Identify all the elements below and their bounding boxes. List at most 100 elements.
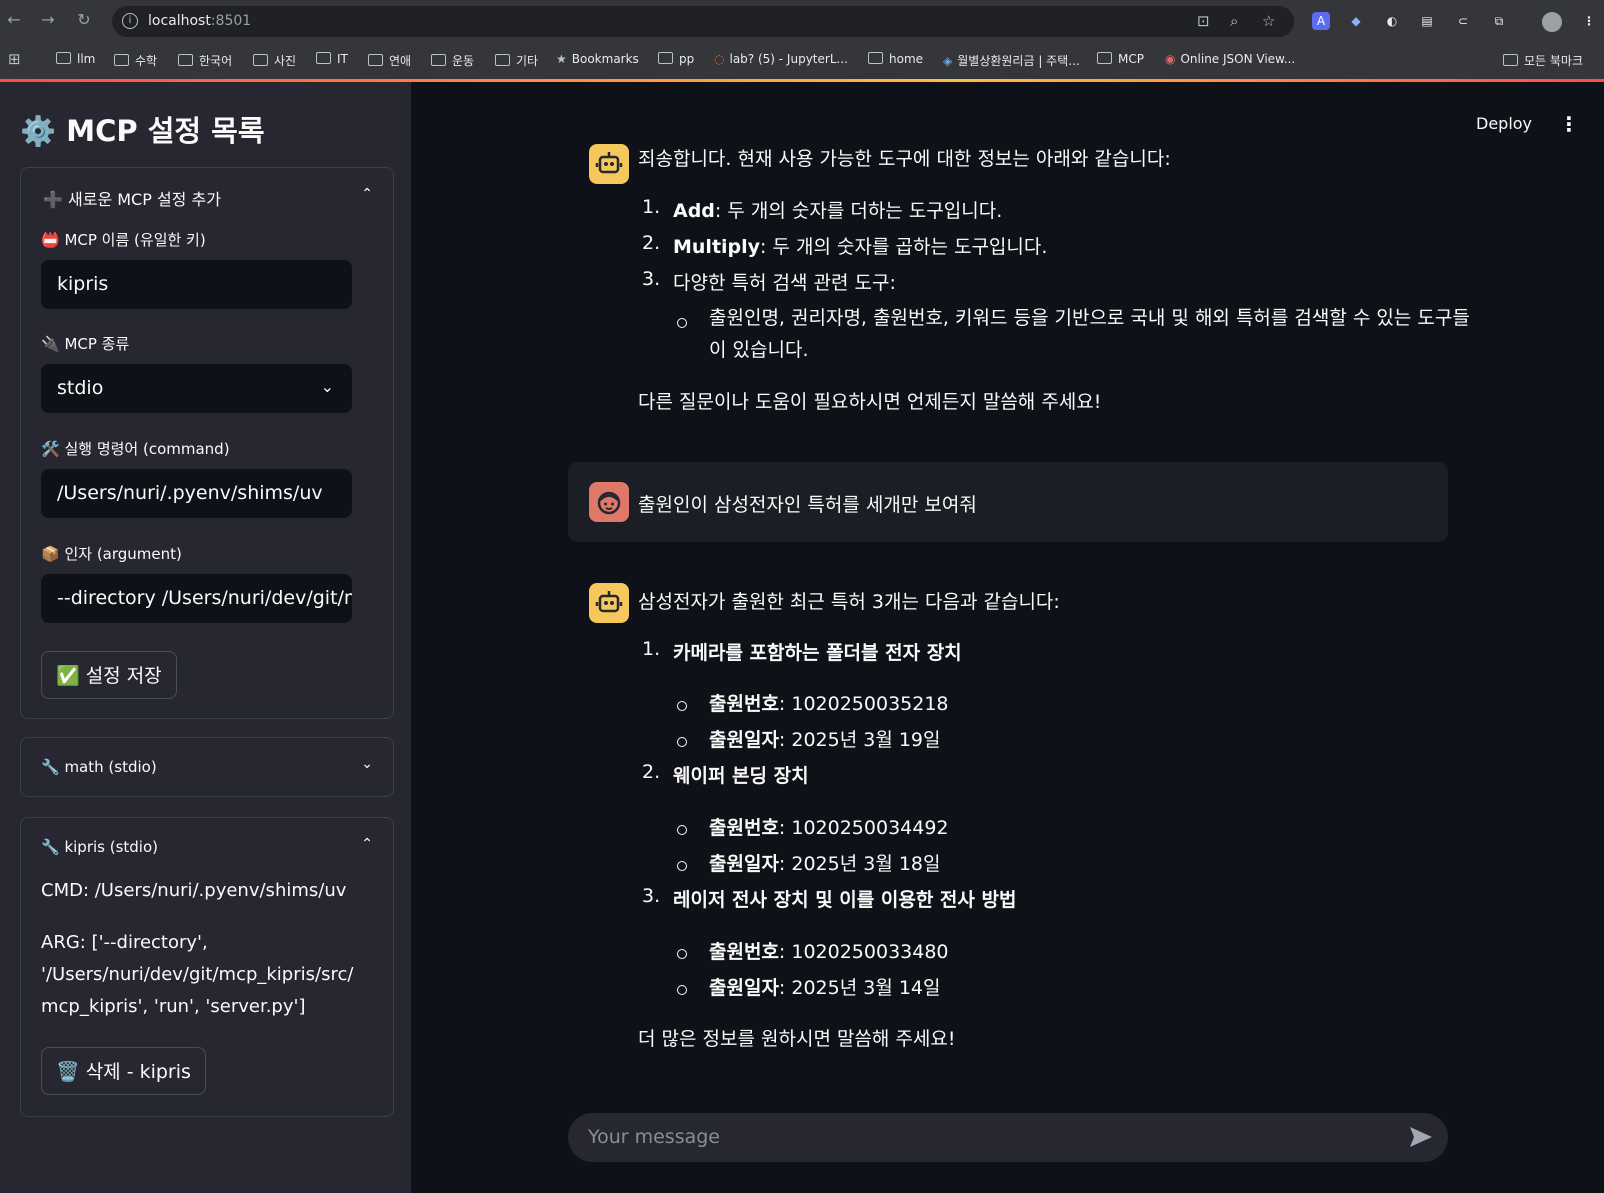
- bookmark-folder[interactable]: 운동: [431, 52, 474, 69]
- site-info-icon[interactable]: i: [122, 13, 138, 29]
- extension-diamond-icon[interactable]: ◆: [1347, 12, 1365, 30]
- translate-icon[interactable]: ⊡: [1197, 12, 1210, 30]
- json-viewer-icon: ◉: [1165, 52, 1176, 66]
- reload-icon[interactable]: ↻: [74, 10, 94, 29]
- bullet-icon: [677, 701, 687, 711]
- extensions-puzzle-icon[interactable]: ⧉: [1490, 12, 1508, 30]
- patent-title: 카메라를 포함하는 폴더블 전자 장치: [673, 642, 962, 664]
- zoom-icon[interactable]: ⌕: [1230, 12, 1238, 30]
- list-number: 1.: [642, 638, 661, 660]
- bookmark-link[interactable]: ◈ 월별상환원리금 | 주택...: [943, 52, 1080, 69]
- robot-icon: [595, 591, 623, 613]
- mcp-type-label: 🔌 MCP 종류: [41, 335, 130, 353]
- assistant-msg-outro: 다른 질문이나 도움이 필요하시면 언제든지 말씀해 주세요!: [638, 391, 1102, 413]
- math-expander-header[interactable]: 🔧 math (stdio): [41, 758, 157, 776]
- argument-input[interactable]: --directory /Users/nuri/dev/git/mc: [41, 574, 352, 623]
- bookmark-folder[interactable]: 한국어: [178, 52, 232, 69]
- kipris-expander-header[interactable]: 🔧 kipris (stdio): [41, 838, 158, 856]
- bookmark-link[interactable]: ◉ Online JSON View...: [1165, 52, 1295, 66]
- send-icon[interactable]: [1408, 1125, 1434, 1149]
- bookmark-folder[interactable]: MCP: [1097, 52, 1144, 66]
- bullet-icon: [677, 737, 687, 747]
- folder-icon: [1097, 52, 1112, 64]
- mcp-name-input[interactable]: kipris: [41, 260, 352, 309]
- bullet-icon: [677, 861, 687, 871]
- user-message: 출원인이 삼성전자인 특허를 세개만 보여줘: [568, 462, 1448, 542]
- bullet-icon: [677, 318, 687, 328]
- patent-app-number: 출원번호: 1020250034492: [709, 817, 949, 839]
- back-icon[interactable]: ←: [4, 10, 24, 29]
- sidebar-title: ⚙️ MCP 설정 목록: [20, 114, 265, 148]
- patent-title: 웨이퍼 본딩 장치: [673, 765, 809, 787]
- address-bar[interactable]: i localhost:8501 ⊡ ⌕ ☆: [112, 6, 1294, 37]
- assistant-msg-outro: 더 많은 정보를 원하시면 말씀해 주세요!: [638, 1028, 956, 1050]
- bookmarks-bar: ⊞ llm 수학 한국어 사진 IT 연애 운동 기타 ★ Bookmarks p…: [0, 43, 1604, 80]
- delete-kipris-button[interactable]: 🗑️ 삭제 - kipris: [41, 1047, 206, 1095]
- patent-app-date: 출원일자: 2025년 3월 18일: [709, 853, 941, 875]
- chevron-up-icon[interactable]: ⌃: [361, 836, 373, 852]
- jupyter-icon: ◌: [714, 52, 725, 66]
- user-message-text: 출원인이 삼성전자인 특허를 세개만 보여줘: [638, 494, 977, 516]
- browser-menu-icon[interactable]: ⋮: [1580, 12, 1598, 30]
- bookmark-folder[interactable]: pp: [658, 52, 694, 66]
- bookmark-link[interactable]: ★ Bookmarks: [556, 52, 639, 66]
- math-expander[interactable]: 🔧 math (stdio) ⌄: [20, 737, 394, 797]
- apps-grid-icon[interactable]: ⊞: [8, 50, 21, 68]
- add-mcp-expander: ➕ 새로운 MCP 설정 추가 ⌃ 📛 MCP 이름 (유일한 키) kipri…: [20, 167, 394, 719]
- extension-circle-icon[interactable]: ◐: [1383, 12, 1401, 30]
- user-face-icon: [597, 491, 621, 515]
- mcp-type-value: stdio: [57, 377, 104, 399]
- argument-label: 📦 인자 (argument): [41, 545, 182, 563]
- bullet-icon: [677, 825, 687, 835]
- assistant-avatar: [589, 583, 629, 623]
- bookmark-folder[interactable]: 연애: [368, 52, 411, 69]
- bookmark-folder[interactable]: 기타: [495, 52, 538, 69]
- patent-app-date: 출원일자: 2025년 3월 19일: [709, 729, 941, 751]
- list-number: 2.: [642, 232, 661, 254]
- folder-icon: [316, 52, 331, 64]
- list-number: 1.: [642, 196, 661, 218]
- assistant-msg-intro: 죄송합니다. 현재 사용 가능한 도구에 대한 정보는 아래와 같습니다:: [638, 148, 1171, 170]
- command-label: 🛠️ 실행 명령어 (command): [41, 440, 230, 458]
- browser-toolbar: ← → ↻ i localhost:8501 ⊡ ⌕ ☆ A ◆ ◐ ▤ ⊂ ⧉…: [0, 0, 1604, 43]
- bookmark-folder[interactable]: 수학: [114, 52, 157, 69]
- bullet-icon: [677, 949, 687, 959]
- main-chat-area: Deploy ⋮ 죄송합니다. 현재 사용 가능한 도구에 대한 정보는 아래와…: [411, 82, 1604, 1193]
- sidebar: ⚙️ MCP 설정 목록 ➕ 새로운 MCP 설정 추가 ⌃ 📛 MCP 이름 …: [0, 82, 411, 1193]
- extension-link-icon[interactable]: ⊂: [1454, 12, 1472, 30]
- patent-app-number: 출원번호: 1020250033480: [709, 941, 949, 963]
- kipris-arg-line: '/Users/nuri/dev/git/mcp_kipris/src/: [41, 964, 354, 985]
- forward-icon[interactable]: →: [38, 10, 58, 29]
- bookmark-folder[interactable]: IT: [316, 52, 348, 66]
- bookmark-folder[interactable]: 모든 북마크: [1503, 52, 1583, 69]
- argument-value: --directory /Users/nuri/dev/git/mc: [57, 587, 352, 609]
- chevron-down-icon: ⌄: [320, 377, 334, 396]
- bookmark-folder[interactable]: llm: [56, 52, 95, 66]
- mcp-name-label: 📛 MCP 이름 (유일한 키): [41, 231, 206, 249]
- list-number: 3.: [642, 885, 661, 907]
- command-input[interactable]: /Users/nuri/.pyenv/shims/uv: [41, 469, 352, 518]
- bookmark-folder[interactable]: 사진: [253, 52, 296, 69]
- chat-input[interactable]: Your message: [568, 1113, 1448, 1162]
- kipris-arg-line: ARG: ['--directory',: [41, 932, 208, 953]
- bookmark-star-icon[interactable]: ☆: [1262, 12, 1275, 30]
- robot-icon: [595, 152, 623, 174]
- extension-doc-icon[interactable]: ▤: [1418, 12, 1436, 30]
- folder-icon: [114, 54, 129, 66]
- mcp-type-select[interactable]: stdio ⌄: [41, 364, 352, 413]
- assistant-msg-intro: 삼성전자가 출원한 최근 특허 3개는 다음과 같습니다:: [638, 591, 1060, 613]
- chat-input-placeholder: Your message: [588, 1126, 720, 1148]
- bookmark-link[interactable]: ◌ lab? (5) - JupyterL...: [714, 52, 848, 66]
- bookmark-folder[interactable]: home: [868, 52, 923, 66]
- chevron-down-icon[interactable]: ⌄: [361, 756, 373, 772]
- add-mcp-expander-header[interactable]: ➕ 새로운 MCP 설정 추가: [43, 186, 221, 210]
- command-value: /Users/nuri/.pyenv/shims/uv: [57, 482, 323, 504]
- extension-a-icon[interactable]: A: [1312, 12, 1330, 30]
- deploy-button[interactable]: Deploy: [1476, 114, 1532, 133]
- main-menu-icon[interactable]: ⋮: [1559, 112, 1579, 136]
- save-settings-button[interactable]: ✅ 설정 저장: [41, 651, 177, 699]
- kipris-arg-line: mcp_kipris', 'run', 'server.py']: [41, 996, 306, 1017]
- profile-avatar[interactable]: [1542, 12, 1562, 32]
- chevron-up-icon[interactable]: ⌃: [361, 186, 373, 202]
- assistant-avatar: [589, 144, 629, 184]
